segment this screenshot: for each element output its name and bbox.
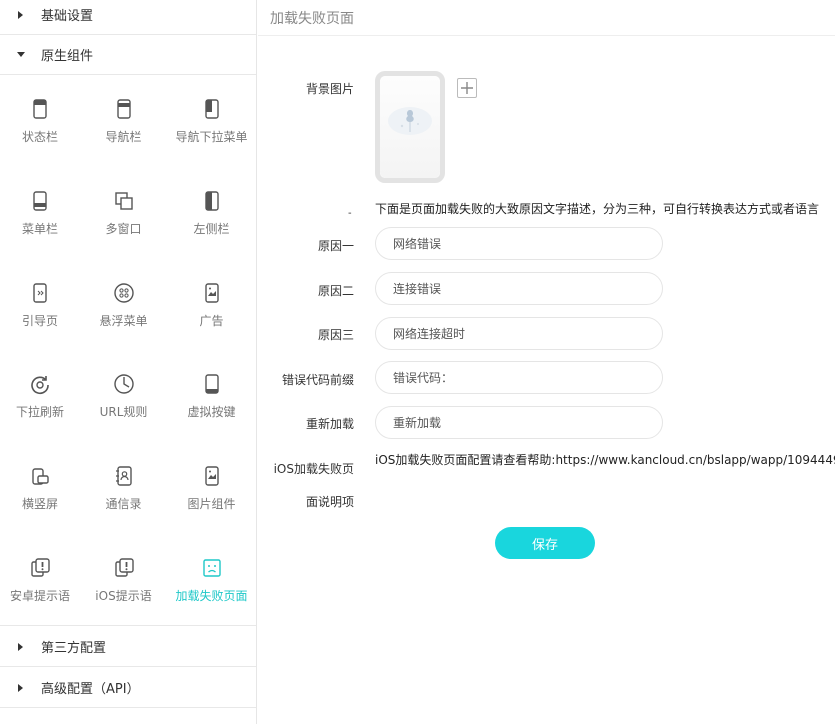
- multi-window-icon: [114, 192, 133, 210]
- add-image-button[interactable]: [457, 78, 477, 98]
- sidebar-item-ios-tips[interactable]: iOS提示语: [80, 534, 167, 626]
- sidebar-item-label: 悬浮菜单: [99, 313, 148, 328]
- sidebar-item-label: 横竖屏: [21, 497, 58, 512]
- sidebar-item-pull-refresh[interactable]: 下拉刷新: [0, 351, 80, 443]
- reload-input[interactable]: [375, 406, 663, 439]
- sidebar-item-label: iOS提示语: [95, 588, 152, 603]
- plus-icon: [461, 82, 473, 94]
- sidebar-item-multi-window[interactable]: 多窗口: [80, 168, 167, 260]
- url-rule-icon: [113, 374, 134, 395]
- sidebar-item-nav-dropdown[interactable]: 导航下拉菜单: [167, 76, 256, 168]
- sidebar-item-guide-page[interactable]: 引导页: [0, 259, 80, 351]
- main-panel: 加载失败页面 背景图片 - 下面是页面加载失败的大致原因文字描述，分为三种，可自…: [258, 0, 835, 724]
- reason-description: 下面是页面加载失败的大致原因文字描述，分为三种，可自行转换表达方式或者语言: [375, 202, 820, 216]
- sidebar-item-label: 导航下拉菜单: [175, 130, 248, 145]
- phone-sidebar-icon: [204, 191, 219, 211]
- sidebar-item-virtual-keys[interactable]: 虚拟按键: [167, 351, 256, 443]
- sidebar: 基础设置 原生组件 状态栏 导航栏 导航下拉菜单 菜单栏 多窗口 左侧栏 引导页…: [0, 0, 257, 724]
- ios-description-label-2: 面说明项: [305, 495, 354, 509]
- bg-image-thumbnail: [380, 76, 440, 178]
- sidebar-item-label: 菜单栏: [21, 222, 58, 237]
- sidebar-item-label: 广告: [199, 313, 224, 328]
- sidebar-item-float-menu[interactable]: 悬浮菜单: [80, 259, 167, 351]
- guide-page-icon: [33, 283, 47, 303]
- sidebar-item-image-component[interactable]: 图片组件: [167, 443, 256, 535]
- reason-2-input[interactable]: [375, 272, 663, 305]
- sidebar-item-label: 左侧栏: [193, 222, 230, 237]
- sidebar-item-url-rules[interactable]: URL规则: [80, 351, 167, 443]
- section-label: 高级配置（API）: [41, 682, 140, 697]
- section-label: 原生组件: [41, 49, 94, 64]
- caret-right-icon: [0, 642, 41, 651]
- sidebar-item-label: 图片组件: [187, 497, 236, 512]
- reason-1-input[interactable]: [375, 227, 663, 260]
- ios-tip-icon: [114, 558, 134, 577]
- sidebar-item-contacts[interactable]: 通信录: [80, 443, 167, 535]
- rotate-screen-icon: [32, 468, 49, 485]
- reason-3-input[interactable]: [375, 317, 663, 350]
- error-code-prefix-input[interactable]: [375, 361, 663, 394]
- phone-statusbar-icon: [33, 99, 47, 120]
- phone-menubar-icon: [33, 191, 47, 211]
- sidebar-item-label: 多窗口: [105, 222, 142, 237]
- sidebar-item-load-fail-page[interactable]: 加载失败页面: [167, 534, 256, 626]
- sidebar-item-android-tips[interactable]: 安卓提示语: [0, 534, 80, 626]
- section-label: 基础设置: [41, 9, 94, 24]
- sidebar-item-orientation[interactable]: 横竖屏: [0, 443, 80, 535]
- load-fail-icon: [202, 559, 221, 577]
- page-title: 加载失败页面: [270, 11, 354, 27]
- reason-1-label: 原因一: [317, 239, 354, 253]
- section-advanced-api[interactable]: 高级配置（API）: [0, 668, 256, 708]
- bg-image-illustration: [388, 107, 432, 135]
- android-tip-icon: [31, 558, 50, 577]
- reason-3-label: 原因三: [317, 328, 354, 342]
- sidebar-item-label: 引导页: [21, 313, 58, 328]
- bg-image-preview[interactable]: [375, 71, 445, 183]
- caret-right-icon: [0, 683, 41, 692]
- component-grid: 状态栏 导航栏 导航下拉菜单 菜单栏 多窗口 左侧栏 引导页 悬浮菜单 广告 下…: [0, 76, 256, 626]
- error-code-prefix-label: 错误代码前缀: [281, 373, 354, 387]
- sidebar-item-label: 加载失败页面: [175, 588, 248, 603]
- sidebar-item-menubar[interactable]: 菜单栏: [0, 168, 80, 260]
- sidebar-item-label: 导航栏: [105, 130, 142, 145]
- description-dash: -: [348, 208, 352, 219]
- virtual-key-icon: [204, 374, 219, 395]
- caret-down-icon: [0, 52, 41, 57]
- sidebar-item-label: URL规则: [99, 405, 148, 420]
- section-third-party[interactable]: 第三方配置: [0, 627, 256, 667]
- reason-2-label: 原因二: [317, 284, 354, 298]
- caret-right-icon: [0, 10, 41, 19]
- section-native-components[interactable]: 原生组件: [0, 35, 256, 75]
- contacts-icon: [115, 466, 132, 486]
- sidebar-item-label: 状态栏: [21, 130, 58, 145]
- save-button[interactable]: 保存: [495, 527, 595, 559]
- sidebar-item-navbar[interactable]: 导航栏: [80, 76, 167, 168]
- sidebar-item-label: 安卓提示语: [9, 588, 70, 603]
- sidebar-item-ad[interactable]: 广告: [167, 259, 256, 351]
- sidebar-item-label: 虚拟按键: [187, 405, 236, 420]
- phone-navbar-icon: [116, 99, 131, 120]
- section-basic-settings[interactable]: 基础设置: [0, 0, 256, 35]
- ios-help-text: iOS加载失败页面配置请查看帮助:https://www.kancloud.cn…: [375, 453, 835, 467]
- ios-description-label: iOS加载失败页: [273, 462, 354, 476]
- sidebar-item-label: 下拉刷新: [15, 405, 64, 420]
- refresh-icon: [31, 376, 49, 395]
- float-menu-icon: [113, 283, 134, 303]
- sidebar-item-label: 通信录: [105, 497, 142, 512]
- reload-label: 重新加载: [305, 417, 354, 431]
- title-divider: [258, 35, 835, 36]
- section-label: 第三方配置: [41, 641, 107, 656]
- bg-image-label: 背景图片: [305, 82, 354, 96]
- sidebar-item-left-sidebar[interactable]: 左侧栏: [167, 168, 256, 260]
- sidebar-item-statusbar[interactable]: 状态栏: [0, 76, 80, 168]
- phone-dropdown-icon: [204, 99, 219, 120]
- ad-icon: [204, 283, 219, 303]
- image-component-icon: [204, 466, 219, 486]
